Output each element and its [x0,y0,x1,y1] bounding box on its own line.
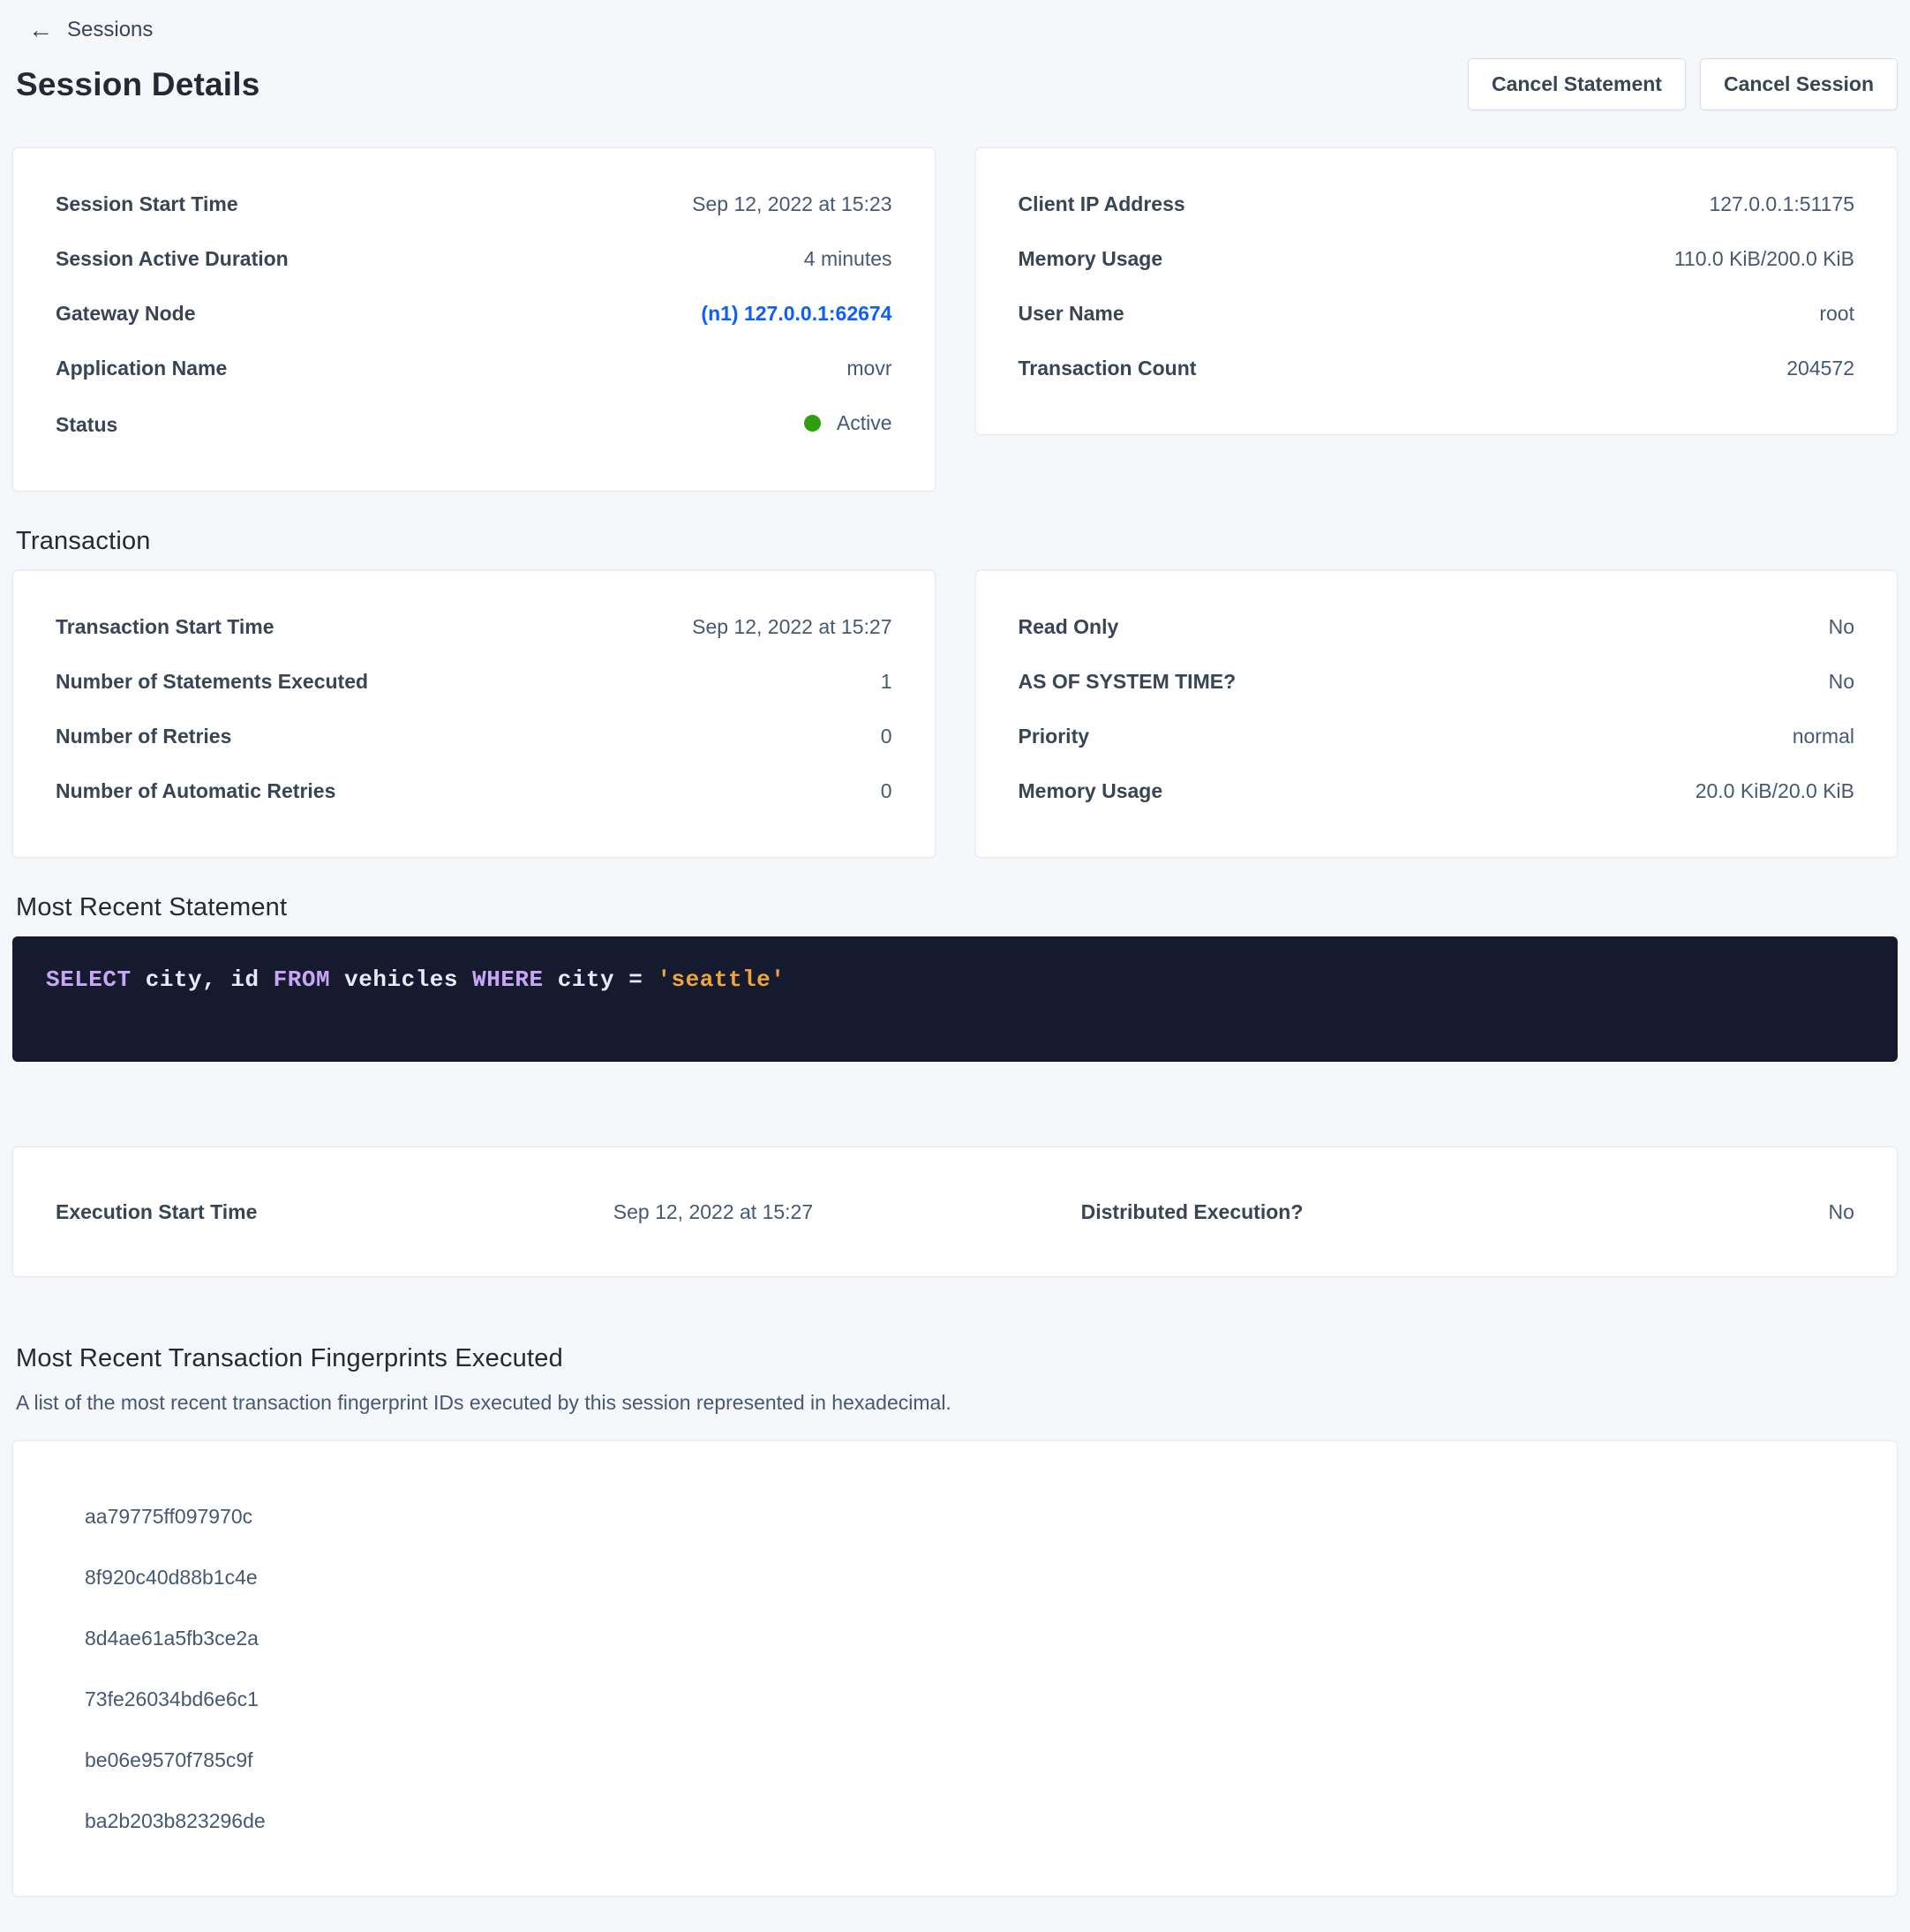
arrow-left-icon: ← [28,18,53,42]
info-value: 0 [881,719,892,753]
info-row-statements-executed: Number of Statements Executed 1 [56,665,892,698]
status-text: Active [837,406,892,440]
info-label: AS OF SYSTEM TIME? [1019,665,1237,698]
info-row-session-active-duration: Session Active Duration 4 minutes [56,242,892,275]
info-row-status: Status Active [56,406,892,441]
page-header: Session Details Cancel Statement Cancel … [16,58,1898,110]
info-label: Number of Statements Executed [56,665,368,698]
sql-fragment: vehicles [330,966,472,993]
page-title: Session Details [16,66,260,103]
fingerprint-list-item: 73fe26034bd6e6c1 [13,1682,1854,1716]
cancel-session-button[interactable]: Cancel Session [1700,58,1898,110]
info-row-session-start-time: Session Start Time Sep 12, 2022 at 15:23 [56,187,892,221]
info-label: Transaction Start Time [56,610,274,643]
transaction-props-card: Read Only No AS OF SYSTEM TIME? No Prior… [975,570,1899,858]
header-actions: Cancel Statement Cancel Session [1468,58,1898,110]
sql-string-literal: 'seattle' [657,966,785,993]
sql-keyword: SELECT [46,966,132,993]
info-label: Session Active Duration [56,242,289,275]
distributed-execution-label: Distributed Execution? [1081,1195,1585,1229]
status-badge: Active [804,406,892,440]
fingerprints-section-title: Most Recent Transaction Fingerprints Exe… [16,1344,1898,1373]
info-label: Client IP Address [1019,187,1185,221]
statement-section-title: Most Recent Statement [16,893,1898,922]
info-label: Number of Automatic Retries [56,774,335,808]
sql-keyword: WHERE [472,966,544,993]
execution-start-time-value: Sep 12, 2022 at 15:27 [613,1195,1081,1229]
info-row-memory-usage: Memory Usage 110.0 KiB/200.0 KiB [1019,242,1855,275]
sql-fragment: city, id [132,966,274,993]
info-row-application-name: Application Name movr [56,351,892,385]
client-overview-card: Client IP Address 127.0.0.1:51175 Memory… [975,147,1899,435]
overview-cards: Session Start Time Sep 12, 2022 at 15:23… [12,147,1898,492]
info-row-txn-start-time: Transaction Start Time Sep 12, 2022 at 1… [56,610,892,643]
info-row-gateway-node: Gateway Node (n1) 127.0.0.1:62674 [56,297,892,330]
fingerprint-list-item: 8f920c40d88b1c4e [13,1560,1854,1594]
info-row-read-only: Read Only No [1019,610,1855,643]
info-row-txn-memory-usage: Memory Usage 20.0 KiB/20.0 KiB [1019,774,1855,808]
back-to-sessions-link[interactable]: ← Sessions [12,12,153,42]
info-label: Application Name [56,351,227,385]
fingerprint-list-item: aa79775ff097970c [13,1500,1854,1533]
sql-keyword: FROM [274,966,330,993]
info-row-user-name: User Name root [1019,297,1855,330]
info-row-transaction-count: Transaction Count 204572 [1019,351,1855,385]
info-label: Session Start Time [56,187,238,221]
info-value: 4 minutes [804,242,892,275]
transaction-stats-card: Transaction Start Time Sep 12, 2022 at 1… [12,570,936,858]
info-label: Read Only [1019,610,1119,643]
info-row-as-of-system-time: AS OF SYSTEM TIME? No [1019,665,1855,698]
execution-card: Execution Start Time Sep 12, 2022 at 15:… [12,1146,1898,1277]
info-label: User Name [1019,297,1124,330]
info-row-automatic-retries: Number of Automatic Retries 0 [56,774,892,808]
transaction-cards: Transaction Start Time Sep 12, 2022 at 1… [12,570,1898,858]
info-value: normal [1793,719,1854,753]
gateway-node-link[interactable]: (n1) 127.0.0.1:62674 [701,297,891,330]
fingerprint-list-item: ba2b203b823296de [13,1804,1854,1838]
info-value: movr [846,351,891,385]
info-label: Memory Usage [1019,774,1163,808]
info-label: Transaction Count [1019,351,1197,385]
info-label: Number of Retries [56,719,231,753]
info-label: Status [56,408,117,441]
info-value: Sep 12, 2022 at 15:23 [692,187,891,221]
fingerprint-list-item: be06e9570f785c9f [13,1743,1854,1777]
distributed-execution-value: No [1584,1195,1854,1229]
fingerprint-list-item: 8d4ae61a5fb3ce2a [13,1621,1854,1655]
fingerprints-section-subtitle: A list of the most recent transaction fi… [16,1389,1898,1416]
sql-fragment: city = [544,966,658,993]
info-value: 110.0 KiB/200.0 KiB [1674,242,1854,275]
info-value: 204572 [1786,351,1854,385]
info-row-retries: Number of Retries 0 [56,719,892,753]
info-value: No [1829,610,1854,643]
fingerprints-card: aa79775ff097970c 8f920c40d88b1c4e 8d4ae6… [12,1440,1898,1897]
session-overview-card: Session Start Time Sep 12, 2022 at 15:23… [12,147,936,492]
transaction-section-title: Transaction [16,527,1898,556]
info-label: Memory Usage [1019,242,1163,275]
session-details-page: ← Sessions Session Details Cancel Statem… [0,0,1910,1932]
info-label: Gateway Node [56,297,196,330]
info-value: No [1829,665,1854,698]
cancel-statement-button[interactable]: Cancel Statement [1468,58,1686,110]
info-value: 20.0 KiB/20.0 KiB [1696,774,1854,808]
status-active-dot-icon [804,415,821,432]
info-value: 0 [881,774,892,808]
info-value: root [1819,297,1854,330]
breadcrumb-label: Sessions [67,18,153,42]
info-row-priority: Priority normal [1019,719,1855,753]
info-label: Priority [1019,719,1090,753]
info-row-client-ip: Client IP Address 127.0.0.1:51175 [1019,187,1855,221]
execution-start-time-label: Execution Start Time [56,1195,613,1229]
info-value: 1 [881,665,892,698]
sql-statement-block: SELECT city, id FROM vehicles WHERE city… [12,936,1898,1062]
info-value: Sep 12, 2022 at 15:27 [692,610,891,643]
info-value: 127.0.0.1:51175 [1709,187,1854,221]
